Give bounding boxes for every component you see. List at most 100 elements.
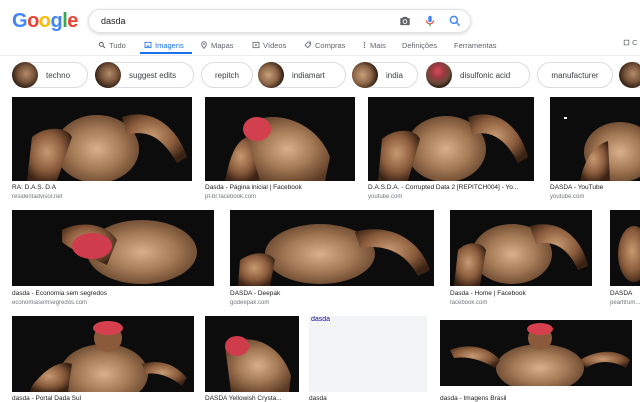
tab-images[interactable]: Imagens bbox=[144, 38, 184, 52]
chip-thumbnail bbox=[95, 62, 121, 88]
chip-suggest-edits[interactable]: suggest edits bbox=[95, 62, 194, 88]
result-source: facebook.com bbox=[450, 300, 488, 306]
search-icon bbox=[98, 41, 106, 49]
result-caption[interactable]: Dasda - Home | Facebook bbox=[450, 290, 592, 297]
result-thumbnail bbox=[27, 114, 187, 181]
result-thumbnail bbox=[378, 114, 528, 181]
search-icon[interactable] bbox=[448, 14, 462, 28]
result-image[interactable] bbox=[440, 320, 632, 386]
chip-thumbnail bbox=[352, 62, 378, 88]
chip-label: techno bbox=[46, 70, 71, 80]
video-icon bbox=[252, 41, 260, 49]
google-logo[interactable]: Google bbox=[12, 10, 78, 33]
result-caption[interactable]: DASDA bbox=[610, 290, 640, 297]
tab-settings[interactable]: Definições bbox=[402, 38, 437, 52]
result-thumbnail bbox=[564, 117, 640, 181]
result-source: godeepak.com bbox=[230, 300, 270, 306]
chip-label: india bbox=[386, 70, 403, 80]
chip-techno[interactable]: techno bbox=[12, 62, 88, 88]
collections-link[interactable]: C bbox=[623, 38, 638, 47]
result-caption[interactable]: DASDA - YouTube bbox=[550, 184, 640, 191]
chip-disulfonic-acid[interactable]: disulfonic acid bbox=[426, 62, 530, 88]
result-thumbnail bbox=[618, 226, 640, 282]
result-image[interactable] bbox=[12, 316, 194, 392]
result-caption[interactable]: RA: D.A.S. D.A bbox=[12, 184, 192, 191]
result-thumbnail bbox=[62, 220, 197, 284]
result-image[interactable] bbox=[450, 210, 592, 286]
result-caption[interactable]: dasda - Economia sem segredos bbox=[12, 290, 214, 297]
tab-shopping[interactable]: Compras bbox=[304, 38, 345, 52]
result-source: pearltrum... bbox=[610, 300, 640, 306]
result-image[interactable] bbox=[610, 210, 640, 286]
result-caption[interactable]: DASDA Yellowish Crysta... bbox=[205, 395, 299, 402]
chip-thumbnail bbox=[258, 62, 284, 88]
chip-label: repitch bbox=[214, 70, 239, 80]
result-source: youtube.com bbox=[550, 194, 585, 200]
result-image[interactable] bbox=[550, 97, 640, 181]
collections-label: C bbox=[632, 38, 638, 47]
result-source: pt-br.facebook.com bbox=[205, 194, 257, 200]
image-icon bbox=[144, 41, 152, 49]
result-caption[interactable]: DASDA - Deepak bbox=[230, 290, 434, 297]
search-input[interactable] bbox=[101, 13, 391, 29]
tab-label: Mais bbox=[370, 40, 386, 50]
chip-thumbnail bbox=[619, 62, 640, 88]
result-caption[interactable]: Dasda - Página inicial | Facebook bbox=[205, 184, 355, 191]
result-thumbnail bbox=[225, 336, 291, 392]
result-image[interactable] bbox=[205, 316, 299, 392]
tag-icon bbox=[304, 41, 312, 49]
result-image-placeholder[interactable]: dasda bbox=[309, 316, 427, 392]
microphone-icon[interactable] bbox=[423, 14, 437, 28]
result-image[interactable] bbox=[205, 97, 355, 181]
result-caption[interactable]: dasda - Imagens Brasil bbox=[440, 395, 632, 402]
chip-label: disulfonic acid bbox=[460, 70, 511, 80]
search-box[interactable] bbox=[88, 9, 471, 33]
result-caption[interactable]: D.A.S.D.A. - Corrupted Data 2 [REPITCH00… bbox=[368, 184, 534, 191]
tab-label: Tudo bbox=[109, 40, 126, 50]
tab-more[interactable]: Mais bbox=[362, 38, 386, 52]
tab-videos[interactable]: Vídeos bbox=[252, 38, 286, 52]
tab-label: Definições bbox=[402, 40, 438, 50]
result-caption[interactable]: dasda - Portal Dada Sul bbox=[12, 395, 194, 402]
result-image[interactable] bbox=[12, 210, 214, 286]
chip-indiamart[interactable]: indiamart bbox=[258, 62, 346, 88]
camera-icon[interactable] bbox=[398, 14, 412, 28]
result-thumbnail bbox=[450, 323, 630, 386]
chip-thumbnail bbox=[426, 62, 452, 88]
logo-letter: G bbox=[12, 10, 28, 32]
more-vert-icon bbox=[363, 41, 366, 49]
active-tab-indicator bbox=[140, 52, 192, 54]
result-thumbnail bbox=[30, 321, 187, 392]
chip-thumbnail bbox=[12, 62, 38, 88]
chip-next[interactable] bbox=[619, 62, 640, 88]
placeholder-link[interactable]: dasda bbox=[311, 316, 330, 323]
tab-tools[interactable]: Ferramentas bbox=[454, 38, 497, 52]
tab-label: Vídeos bbox=[263, 40, 287, 50]
tab-label: Mapas bbox=[211, 40, 234, 50]
tab-maps[interactable]: Mapas bbox=[200, 38, 234, 52]
result-caption[interactable]: dasda bbox=[309, 395, 427, 402]
logo-letter: o bbox=[27, 10, 39, 32]
result-thumbnail bbox=[225, 117, 330, 181]
result-source: economiasemsegredos.com bbox=[12, 300, 88, 306]
chip-repitch[interactable]: repitch bbox=[201, 62, 253, 88]
chip-label: indiamart bbox=[292, 70, 325, 80]
result-thumbnail bbox=[238, 224, 430, 286]
result-image[interactable] bbox=[368, 97, 534, 181]
result-image[interactable] bbox=[230, 210, 434, 286]
chip-india[interactable]: india bbox=[352, 62, 418, 88]
tab-label: Ferramentas bbox=[454, 40, 497, 50]
tab-all[interactable]: Tudo bbox=[98, 38, 126, 52]
result-source: youtube.com bbox=[368, 194, 403, 200]
chip-label: suggest edits bbox=[129, 70, 177, 80]
header-divider bbox=[0, 55, 640, 56]
bookmark-icon bbox=[623, 39, 630, 46]
tab-label: Compras bbox=[315, 40, 346, 50]
map-pin-icon bbox=[201, 41, 207, 49]
result-thumbnail bbox=[454, 224, 588, 286]
result-source: residentadvisor.net bbox=[12, 194, 63, 200]
logo-letter: o bbox=[38, 10, 51, 32]
tab-label: Imagens bbox=[155, 40, 184, 50]
chip-manufacturer[interactable]: manufacturer bbox=[537, 62, 613, 88]
result-image[interactable] bbox=[12, 97, 192, 181]
